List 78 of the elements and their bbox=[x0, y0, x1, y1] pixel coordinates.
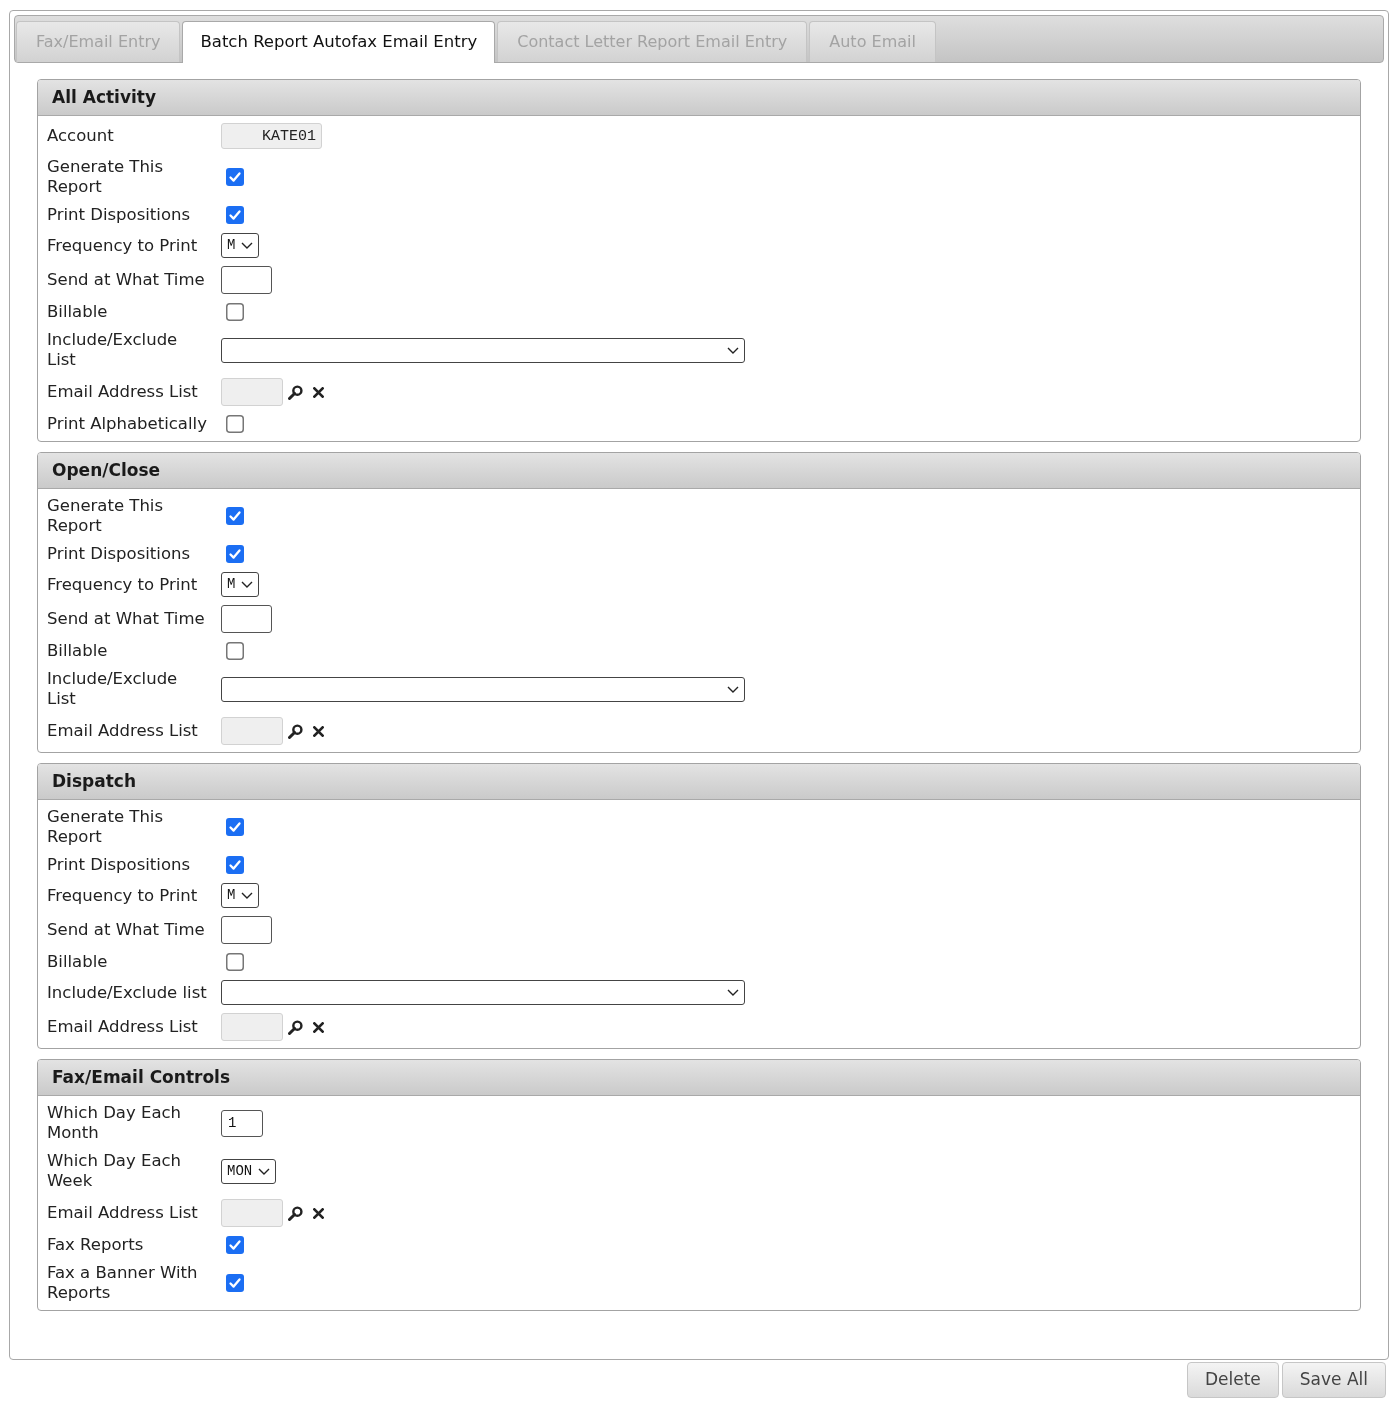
field-label: Generate This Report bbox=[47, 807, 164, 846]
field-label: Frequency to Print bbox=[47, 574, 198, 594]
email-list-field[interactable] bbox=[221, 1199, 283, 1227]
chevron-down-icon bbox=[258, 1167, 271, 1175]
checkbox[interactable] bbox=[226, 168, 244, 186]
section-header: Dispatch bbox=[38, 764, 1360, 800]
field-label: Billable bbox=[47, 302, 108, 321]
dropdown[interactable] bbox=[221, 337, 745, 363]
time-field[interactable] bbox=[221, 916, 272, 944]
chevron-down-icon bbox=[241, 581, 254, 588]
email-list-field[interactable] bbox=[221, 1013, 283, 1041]
tab[interactable]: Batch Report Autofax Email Entry bbox=[182, 21, 496, 63]
field-label: Account bbox=[47, 126, 114, 145]
section-header: Fax/Email Controls bbox=[38, 1060, 1360, 1096]
chevron-down-icon bbox=[727, 685, 739, 693]
chevron-down-icon bbox=[727, 346, 739, 354]
field-label: Print Dispositions bbox=[47, 855, 191, 874]
field-label: Email Address List bbox=[47, 1203, 198, 1222]
field-label: Which Day Each Week bbox=[47, 1151, 182, 1190]
field-label: Fax a Banner With Reports bbox=[47, 1263, 198, 1302]
field-label: Include/Exclude list bbox=[47, 982, 207, 1002]
time-field[interactable] bbox=[221, 605, 272, 633]
field-label: Include/Exclude List bbox=[47, 669, 178, 708]
checkbox[interactable] bbox=[226, 856, 244, 874]
field-label: Print Dispositions bbox=[47, 544, 191, 563]
field-label: Send at What Time bbox=[47, 609, 205, 628]
dropdown[interactable] bbox=[221, 980, 745, 1005]
field-label: Email Address List bbox=[47, 1017, 198, 1036]
chevron-down-icon bbox=[241, 892, 254, 899]
search-icon[interactable] bbox=[288, 723, 303, 739]
section-header: Open/Close bbox=[38, 453, 1360, 489]
chevron-down-icon bbox=[241, 242, 254, 249]
close-icon[interactable] bbox=[313, 725, 324, 737]
field-label: Frequency to Print bbox=[47, 235, 198, 255]
dropdown[interactable]: M bbox=[221, 883, 260, 908]
checkbox[interactable] bbox=[226, 1274, 244, 1292]
account-field[interactable]: KATE01 bbox=[221, 123, 322, 149]
checkbox[interactable] bbox=[226, 415, 244, 433]
checkbox[interactable] bbox=[226, 818, 244, 836]
field-label: Print Alphabetically bbox=[47, 414, 207, 433]
field-label: Include/Exclude List bbox=[47, 330, 178, 369]
field-label: Which Day Each Month bbox=[47, 1103, 182, 1142]
checkbox[interactable] bbox=[226, 1236, 244, 1254]
day-field[interactable]: 1 bbox=[221, 1109, 263, 1137]
checkbox[interactable] bbox=[226, 303, 244, 321]
dropdown[interactable]: MON bbox=[221, 1158, 277, 1184]
checkbox[interactable] bbox=[226, 545, 244, 563]
field-label: Billable bbox=[47, 641, 108, 660]
save-button[interactable]: Save All bbox=[1281, 1362, 1386, 1398]
email-list-field[interactable] bbox=[221, 378, 283, 406]
dropdown[interactable]: M bbox=[221, 233, 260, 258]
checkbox[interactable] bbox=[226, 642, 244, 660]
time-field[interactable] bbox=[221, 266, 272, 294]
checkbox[interactable] bbox=[226, 206, 244, 224]
field-label: Email Address List bbox=[47, 382, 198, 401]
chevron-down-icon bbox=[727, 989, 739, 996]
checkbox[interactable] bbox=[226, 507, 244, 525]
field-label: Fax Reports bbox=[47, 1235, 144, 1254]
field-label: Generate This Report bbox=[47, 496, 164, 535]
search-icon[interactable] bbox=[288, 1019, 303, 1035]
field-label: Send at What Time bbox=[47, 920, 205, 939]
checkbox[interactable] bbox=[226, 953, 244, 971]
close-icon[interactable] bbox=[313, 1021, 324, 1033]
field-label: Print Dispositions bbox=[47, 205, 191, 224]
close-icon[interactable] bbox=[313, 386, 324, 398]
field-label: Send at What Time bbox=[47, 270, 205, 289]
field-label: Billable bbox=[47, 952, 108, 971]
delete-button[interactable]: Delete bbox=[1186, 1362, 1279, 1398]
field-label: Frequency to Print bbox=[47, 885, 198, 905]
close-icon[interactable] bbox=[313, 1207, 324, 1219]
section-header: All Activity bbox=[38, 80, 1360, 116]
dropdown[interactable] bbox=[221, 676, 745, 702]
search-icon[interactable] bbox=[288, 1205, 303, 1221]
field-label: Email Address List bbox=[47, 721, 198, 740]
search-icon[interactable] bbox=[288, 384, 303, 400]
field-label: Generate This Report bbox=[47, 157, 164, 196]
dropdown[interactable]: M bbox=[221, 572, 260, 597]
email-list-field[interactable] bbox=[221, 717, 283, 745]
